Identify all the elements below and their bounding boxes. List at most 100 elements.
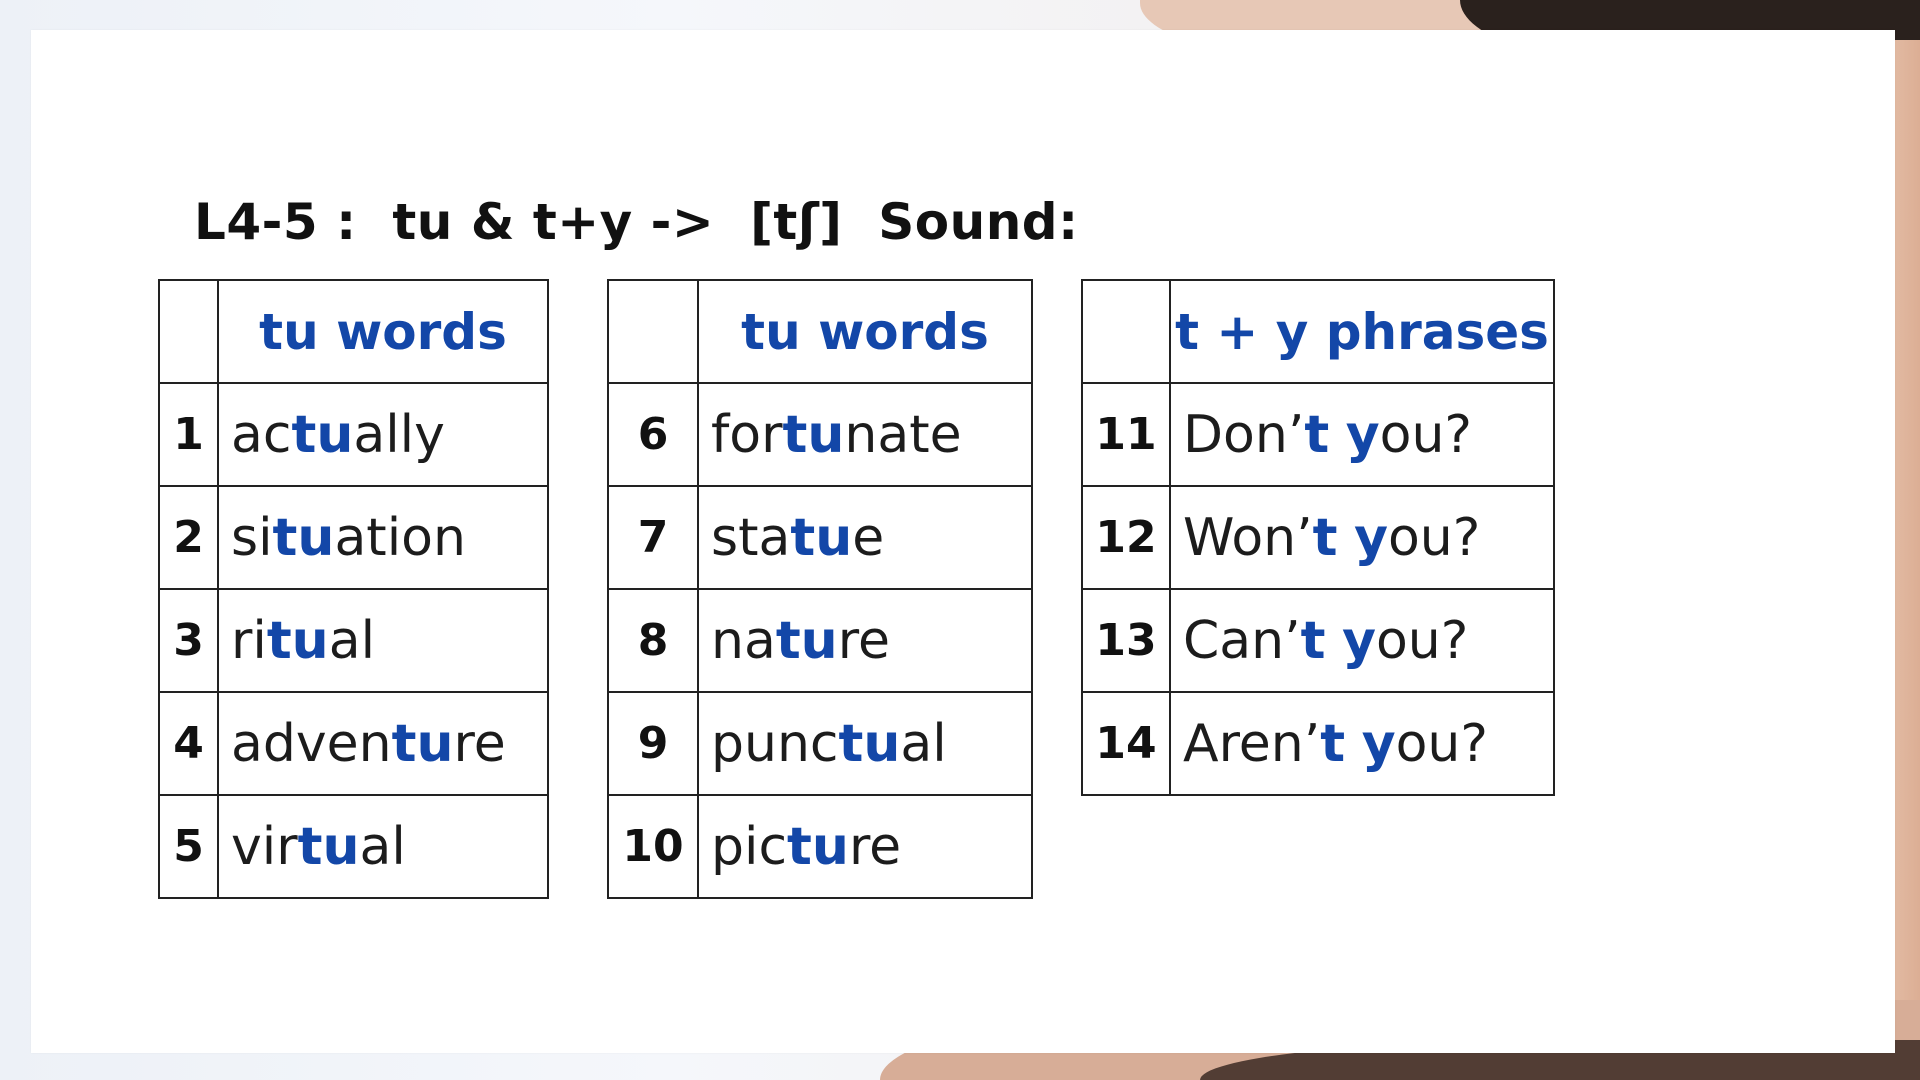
highlighted-sound: tu — [787, 816, 849, 877]
table-row: 5 virtual — [158, 794, 549, 899]
word-suffix: nate — [844, 404, 962, 465]
word-cell: virtual — [217, 794, 549, 899]
table-header-row: tu words — [158, 279, 549, 384]
table-row: 10 picture — [607, 794, 1033, 899]
word-suffix: ation — [334, 507, 466, 568]
word-cell: fortunate — [697, 382, 1033, 487]
highlighted-y: y — [1345, 404, 1380, 465]
phrase-prefix: Aren’ — [1183, 713, 1321, 774]
word-cell: nature — [697, 588, 1033, 693]
word-suffix: re — [848, 816, 902, 877]
word-prefix: adven — [231, 713, 392, 774]
word-suffix: re — [837, 610, 890, 671]
phrase-prefix: Can’ — [1183, 610, 1301, 671]
word-prefix: vir — [231, 816, 298, 877]
word-prefix: ac — [231, 404, 292, 465]
word-suffix: re — [453, 713, 506, 774]
highlighted-sound: tu — [391, 713, 454, 774]
word-prefix: si — [231, 507, 273, 568]
t-y-phrases-table: t + y phrases 11 Don’t you? 12 Won’t you… — [1081, 279, 1555, 796]
phrase-space — [1345, 714, 1362, 774]
word-cell: statue — [697, 485, 1033, 590]
word-prefix: pic — [711, 816, 788, 877]
highlighted-sound: tu — [838, 713, 901, 774]
header-number-cell — [607, 279, 699, 384]
table-header: tu words — [217, 279, 549, 384]
table-row: 12 Won’t you? — [1081, 485, 1555, 590]
highlighted-y: y — [1342, 610, 1376, 671]
row-number: 8 — [607, 588, 699, 693]
phrase-space — [1329, 405, 1346, 465]
tu-words-table-2: tu words 6 fortunate 7 statue 8 nature 9… — [607, 279, 1033, 899]
row-number: 4 — [158, 691, 219, 796]
word-prefix: for — [711, 404, 783, 465]
table-row: 7 statue — [607, 485, 1033, 590]
table-header-row: tu words — [607, 279, 1033, 384]
phrase-prefix: Won’ — [1183, 507, 1313, 568]
phrase-suffix: ou? — [1379, 404, 1473, 465]
table-row: 9 punctual — [607, 691, 1033, 796]
highlighted-y: y — [1361, 713, 1396, 774]
row-number: 7 — [607, 485, 699, 590]
word-suffix: ally — [353, 404, 445, 465]
row-number: 9 — [607, 691, 699, 796]
word-suffix: al — [900, 713, 947, 774]
highlighted-sound: tu — [272, 507, 335, 568]
word-suffix: e — [852, 507, 885, 568]
table-row: 8 nature — [607, 588, 1033, 693]
row-number: 14 — [1081, 691, 1171, 796]
phrase-suffix: ou? — [1387, 507, 1481, 568]
table-header: tu words — [697, 279, 1033, 384]
header-number-cell — [158, 279, 219, 384]
phrase-suffix: ou? — [1375, 610, 1469, 671]
word-cell: actually — [217, 382, 549, 487]
row-number: 5 — [158, 794, 219, 899]
table-row: 3 ritual — [158, 588, 549, 693]
word-prefix: sta — [711, 507, 791, 568]
row-number: 1 — [158, 382, 219, 487]
highlighted-sound: tu — [291, 404, 354, 465]
phrase-space — [1338, 508, 1355, 568]
row-number: 13 — [1081, 588, 1171, 693]
highlighted-t: t — [1300, 610, 1326, 671]
highlighted-sound: tu — [266, 610, 329, 671]
row-number: 3 — [158, 588, 219, 693]
table-row: 4 adventure — [158, 691, 549, 796]
word-prefix: na — [711, 610, 776, 671]
row-number: 10 — [607, 794, 699, 899]
highlighted-sound: tu — [775, 610, 838, 671]
table-row: 13 Can’t you? — [1081, 588, 1555, 693]
table-header: t + y phrases — [1169, 279, 1555, 384]
phrase-cell: Won’t you? — [1169, 485, 1555, 590]
table-header-row: t + y phrases — [1081, 279, 1555, 384]
table-row: 6 fortunate — [607, 382, 1033, 487]
word-cell: situation — [217, 485, 549, 590]
word-cell: ritual — [217, 588, 549, 693]
row-number: 6 — [607, 382, 699, 487]
word-prefix: punc — [711, 713, 839, 774]
highlighted-sound: tu — [790, 507, 853, 568]
word-cell: punctual — [697, 691, 1033, 796]
row-number: 2 — [158, 485, 219, 590]
highlighted-sound: tu — [297, 816, 360, 877]
highlighted-t: t — [1312, 507, 1338, 568]
table-row: 2 situation — [158, 485, 549, 590]
phrase-cell: Don’t you? — [1169, 382, 1555, 487]
word-cell: adventure — [217, 691, 549, 796]
word-suffix: al — [328, 610, 376, 671]
row-number: 12 — [1081, 485, 1171, 590]
highlighted-y: y — [1354, 507, 1388, 568]
phrase-space — [1326, 611, 1343, 671]
word-prefix: ri — [231, 610, 267, 671]
word-suffix: al — [359, 816, 406, 877]
slide-title: L4-5 : tu & t+y -> [tʃ] Sound: — [194, 193, 1079, 251]
table-row: 14 Aren’t you? — [1081, 691, 1555, 796]
word-cell: picture — [697, 794, 1033, 899]
table-row: 11 Don’t you? — [1081, 382, 1555, 487]
phrase-cell: Can’t you? — [1169, 588, 1555, 693]
tu-words-table-1: tu words 1 actually 2 situation 3 ritual… — [158, 279, 549, 899]
header-number-cell — [1081, 279, 1171, 384]
phrase-cell: Aren’t you? — [1169, 691, 1555, 796]
highlighted-sound: tu — [782, 404, 845, 465]
table-row: 1 actually — [158, 382, 549, 487]
